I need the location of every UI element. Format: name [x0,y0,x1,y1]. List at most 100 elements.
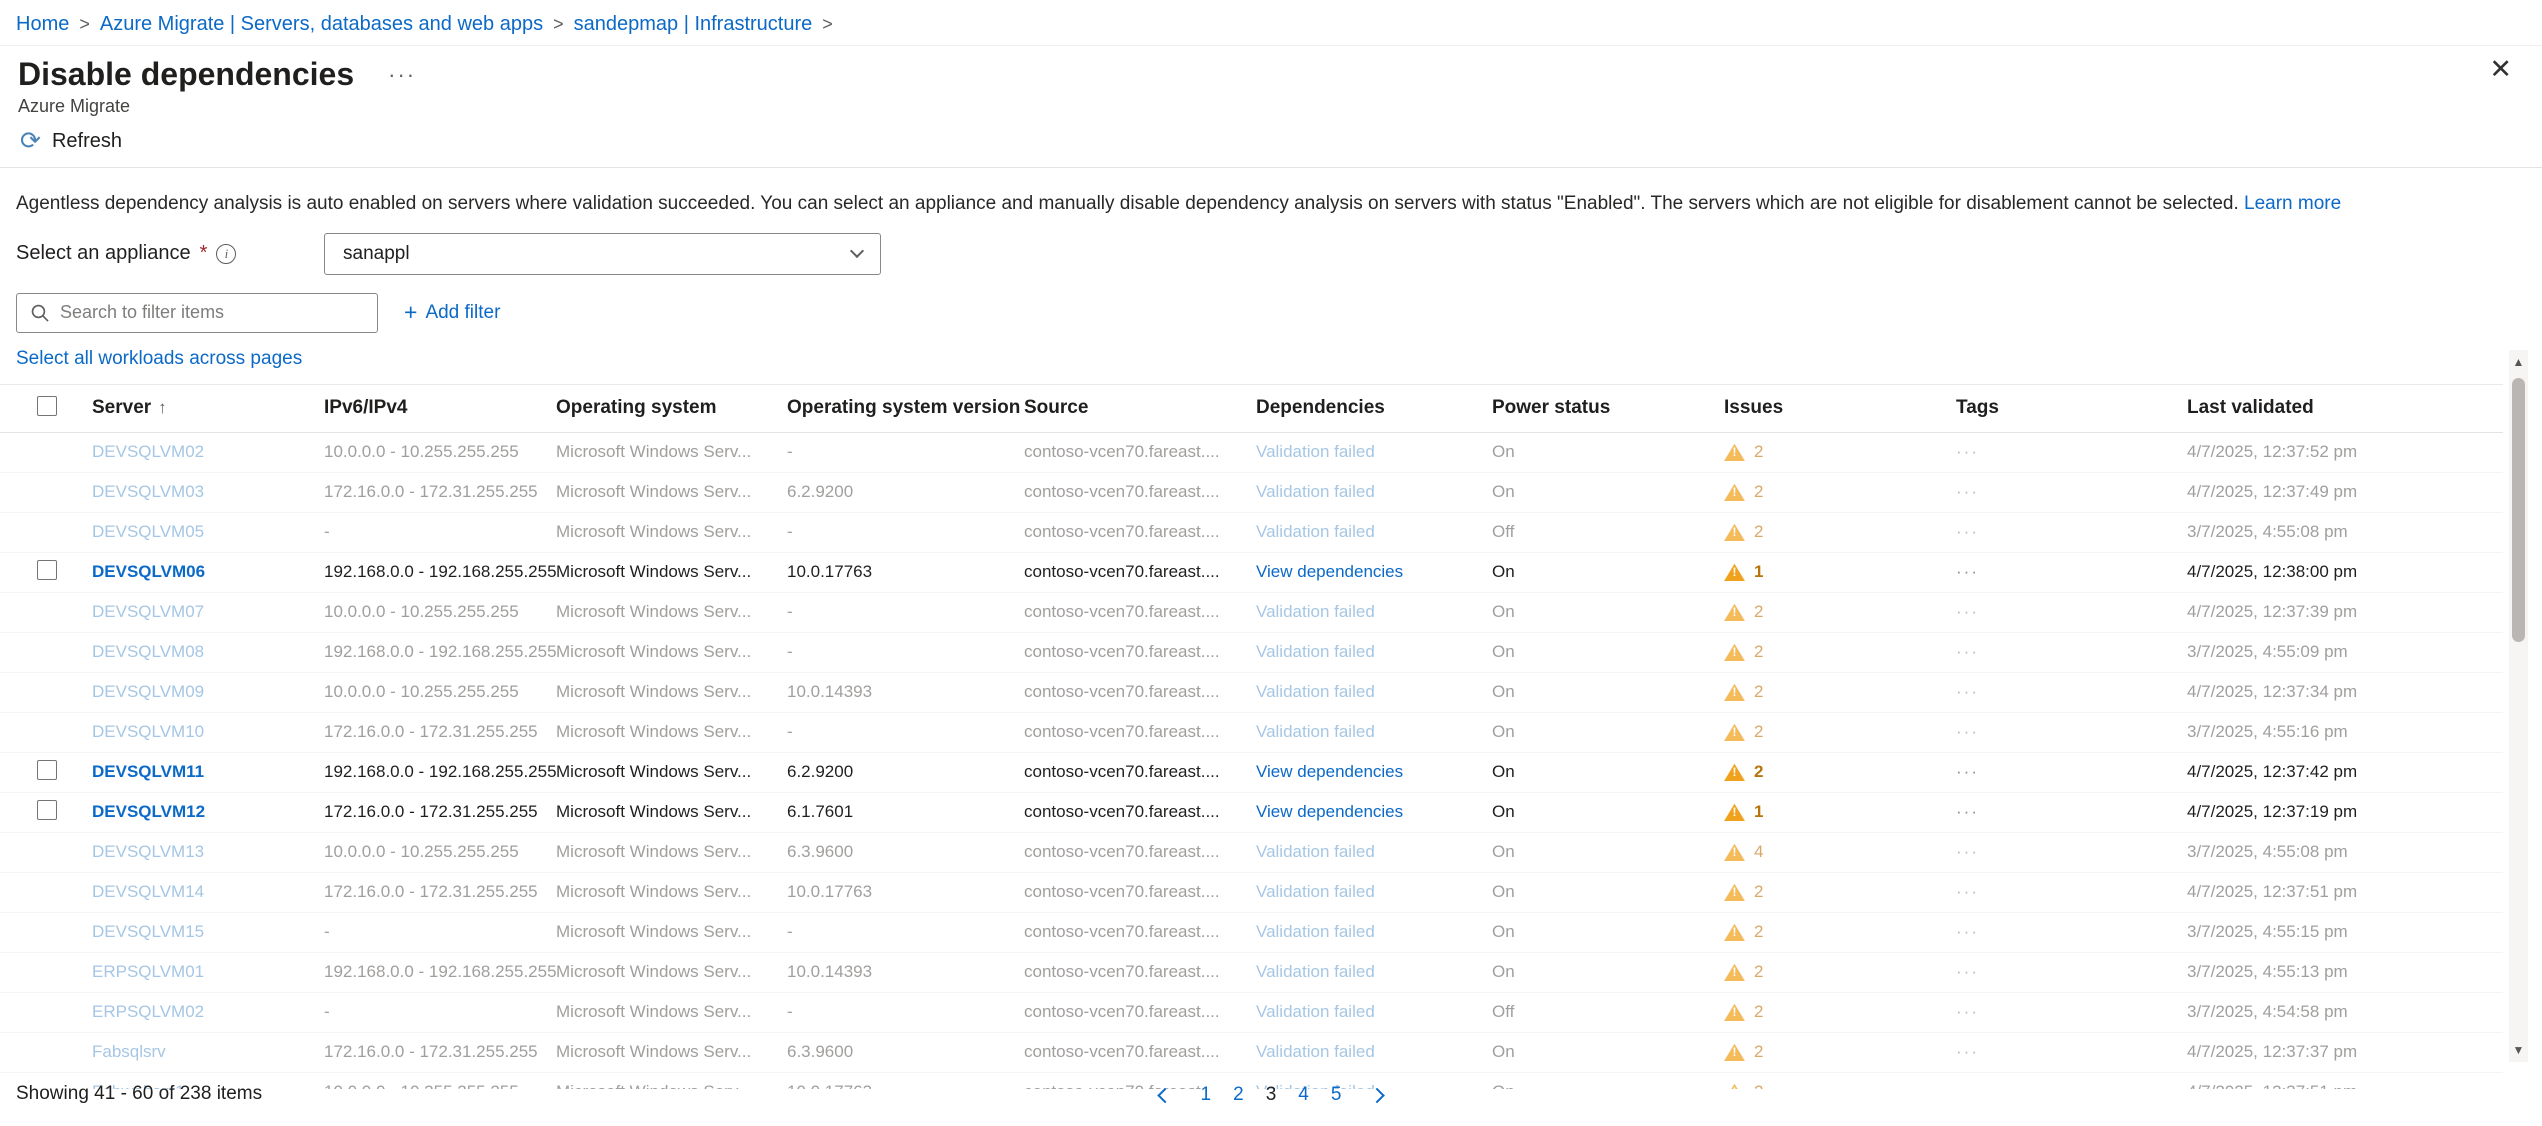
server-link[interactable]: ERPSQLVM02 [92,1002,204,1022]
tags-more-button[interactable]: ··· [1956,482,1979,501]
tags-more-button[interactable]: ··· [1956,442,1979,461]
server-link[interactable]: DEVSQLVM05 [92,522,204,542]
next-page-icon[interactable] [1360,1078,1394,1112]
issues-count[interactable]: 4 [1754,842,1763,861]
table-row[interactable]: DEVSQLVM03172.16.0.0 - 172.31.255.255Mic… [0,473,2503,513]
add-filter-button[interactable]: + Add filter [404,301,500,324]
search-input[interactable] [60,302,365,323]
tags-more-button[interactable]: ··· [1956,922,1979,941]
select-all-workloads-link[interactable]: Select all workloads across pages [16,348,302,370]
table-row[interactable]: DEVSQLVM0710.0.0.0 - 10.255.255.255Micro… [0,593,2503,633]
table-row[interactable]: ERPSQLVM01192.168.0.0 - 192.168.255.255M… [0,953,2503,993]
issues-count[interactable]: 2 [1754,1042,1763,1061]
column-header-server[interactable]: Server↑ [92,397,324,419]
column-header-ipv6-ipv4[interactable]: IPv6/IPv4 [324,397,556,419]
issues-count[interactable]: 2 [1754,962,1763,981]
table-row[interactable]: DEVSQLVM0910.0.0.0 - 10.255.255.255Micro… [0,673,2503,713]
row-checkbox[interactable] [37,560,57,580]
column-header-dependencies[interactable]: Dependencies [1256,397,1492,419]
tags-more-button[interactable]: ··· [1956,1042,1979,1061]
server-link[interactable]: DEVSQLVM09 [92,682,204,702]
issues-count[interactable]: 2 [1754,442,1763,461]
table-row[interactable]: DEVSQLVM12172.16.0.0 - 172.31.255.255Mic… [0,793,2503,833]
table-row[interactable]: DEVSQLVM05-Microsoft Windows Serv...-con… [0,513,2503,553]
pagination-page[interactable]: 2 [1233,1084,1244,1106]
tags-more-button[interactable]: ··· [1956,962,1979,981]
tags-more-button[interactable]: ··· [1956,882,1979,901]
previous-page-icon[interactable] [1148,1078,1182,1112]
issues-count[interactable]: 2 [1754,522,1763,541]
issues-count[interactable]: 2 [1754,682,1763,701]
pagination-page[interactable]: 5 [1331,1084,1342,1106]
table-row[interactable]: DEVSQLVM1310.0.0.0 - 10.255.255.255Micro… [0,833,2503,873]
tags-more-button[interactable]: ··· [1956,602,1979,621]
column-header-operating-system-version[interactable]: Operating system version [787,397,1024,419]
tags-more-button[interactable]: ··· [1956,642,1979,661]
server-link[interactable]: DEVSQLVM02 [92,442,204,462]
server-link[interactable]: DEVSQLVM14 [92,882,204,902]
server-link[interactable]: DEVSQLVM08 [92,642,204,662]
tags-more-button[interactable]: ··· [1956,682,1979,701]
table-row[interactable]: DEVSQLVM08192.168.0.0 - 192.168.255.255M… [0,633,2503,673]
server-link[interactable]: DEVSQLVM03 [92,482,204,502]
tags-more-button[interactable]: ··· [1956,762,1979,781]
table-row[interactable]: DEVSQLVM14172.16.0.0 - 172.31.255.255Mic… [0,873,2503,913]
vertical-scrollbar[interactable]: ▲ ▼ [2509,350,2528,1062]
tags-more-button[interactable]: ··· [1956,722,1979,741]
tags-more-button[interactable]: ··· [1956,522,1979,541]
column-header-last-validated[interactable]: Last validated [2187,397,2503,419]
table-row[interactable]: DEVSQLVM11192.168.0.0 - 192.168.255.255M… [0,753,2503,793]
server-link[interactable]: DEVSQLVM12 [92,802,205,822]
table-row[interactable]: DEVSQLVM10172.16.0.0 - 172.31.255.255Mic… [0,713,2503,753]
server-link[interactable]: DEVSQLVM10 [92,722,204,742]
issues-count[interactable]: 2 [1754,882,1763,901]
close-icon[interactable]: ✕ [2489,54,2512,85]
issues-count[interactable]: 2 [1754,1002,1763,1021]
pagination-page-current[interactable]: 3 [1266,1084,1277,1106]
row-checkbox[interactable] [37,800,57,820]
breadcrumb-link[interactable]: Azure Migrate | Servers, databases and w… [100,13,543,35]
table-row[interactable]: Fabsqlsrv172.16.0.0 - 172.31.255.255Micr… [0,1033,2503,1073]
issues-count[interactable]: 2 [1754,922,1763,941]
server-link[interactable]: DEVSQLVM06 [92,562,205,582]
tags-more-button[interactable]: ··· [1956,842,1979,861]
table-row[interactable]: ERPSQLVM02-Microsoft Windows Serv...-con… [0,993,2503,1033]
dependencies-link[interactable]: View dependencies [1256,762,1403,781]
column-header-source[interactable]: Source [1024,397,1256,419]
dependencies-link[interactable]: View dependencies [1256,802,1403,821]
dependencies-link[interactable]: View dependencies [1256,562,1403,581]
tags-more-button[interactable]: ··· [1956,562,1979,581]
server-link[interactable]: Fabsqlsrv [92,1042,166,1062]
server-link[interactable]: DEVSQLVM11 [92,762,204,782]
column-header-operating-system[interactable]: Operating system [556,397,787,419]
breadcrumb-link[interactable]: Home [16,13,69,35]
table-row[interactable]: DEVSQLVM06192.168.0.0 - 192.168.255.255M… [0,553,2503,593]
scroll-up-icon[interactable]: ▲ [2513,350,2525,374]
server-link[interactable]: ERPSQLVM01 [92,962,204,982]
select-all-checkbox[interactable] [37,396,57,416]
refresh-button[interactable]: ⟳ Refresh [20,129,122,154]
issues-count[interactable]: 2 [1754,602,1763,621]
tags-more-button[interactable]: ··· [1956,802,1979,821]
more-options-icon[interactable]: ··· [388,62,416,88]
pagination-page[interactable]: 1 [1201,1084,1212,1106]
column-header-tags[interactable]: Tags [1956,397,2187,419]
server-link[interactable]: DEVSQLVM07 [92,602,204,622]
issues-count[interactable]: 1 [1754,562,1763,581]
issues-count[interactable]: 2 [1754,762,1763,781]
table-row[interactable]: DEVSQLVM0210.0.0.0 - 10.255.255.255Micro… [0,433,2503,473]
learn-more-link[interactable]: Learn more [2244,193,2341,214]
issues-count[interactable]: 1 [1754,802,1763,821]
tags-more-button[interactable]: ··· [1956,1002,1979,1021]
column-header-issues[interactable]: Issues [1724,397,1956,419]
scrollbar-thumb[interactable] [2512,378,2525,642]
breadcrumb-link[interactable]: sandepmap | Infrastructure [574,13,813,35]
server-link[interactable]: DEVSQLVM13 [92,842,204,862]
column-header-power-status[interactable]: Power status [1492,397,1724,419]
issues-count[interactable]: 2 [1754,722,1763,741]
scroll-down-icon[interactable]: ▼ [2513,1038,2525,1062]
appliance-select[interactable]: sanappl [324,233,881,275]
server-link[interactable]: DEVSQLVM15 [92,922,204,942]
search-box[interactable] [16,293,378,333]
row-checkbox[interactable] [37,760,57,780]
